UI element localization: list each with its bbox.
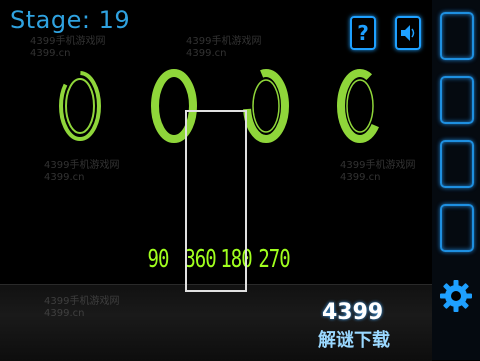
selection-frame[interactable] — [185, 110, 247, 292]
watermark-4: 4399手机游戏网 4399.cn — [340, 160, 416, 183]
readout-1: 90 — [147, 244, 170, 274]
ring-1[interactable] — [56, 68, 104, 144]
inventory-slot-2[interactable] — [440, 76, 474, 124]
question-icon: ? — [357, 21, 369, 45]
speaker-icon — [401, 25, 415, 41]
inventory-slot-1[interactable] — [440, 12, 474, 60]
readout-4: 270 — [258, 244, 290, 274]
settings-button[interactable] — [436, 274, 476, 318]
stage-title: Stage: 19 — [10, 6, 131, 34]
brand-logo: 4399 — [322, 300, 384, 325]
brand-subtitle: 解谜下载 — [318, 330, 390, 351]
gear-icon — [440, 280, 472, 312]
inventory-slot-3[interactable] — [440, 140, 474, 188]
inventory-slot-4[interactable] — [440, 204, 474, 252]
watermark-2: 4399手机游戏网 4399.cn — [186, 36, 262, 59]
watermark-1: 4399手机游戏网 4399.cn — [30, 36, 106, 59]
ring-4[interactable] — [336, 68, 384, 144]
ring-3[interactable] — [242, 68, 290, 144]
help-button[interactable]: ? — [350, 16, 376, 50]
watermark-3: 4399手机游戏网 4399.cn — [44, 160, 120, 183]
sound-toggle-button[interactable] — [395, 16, 421, 50]
